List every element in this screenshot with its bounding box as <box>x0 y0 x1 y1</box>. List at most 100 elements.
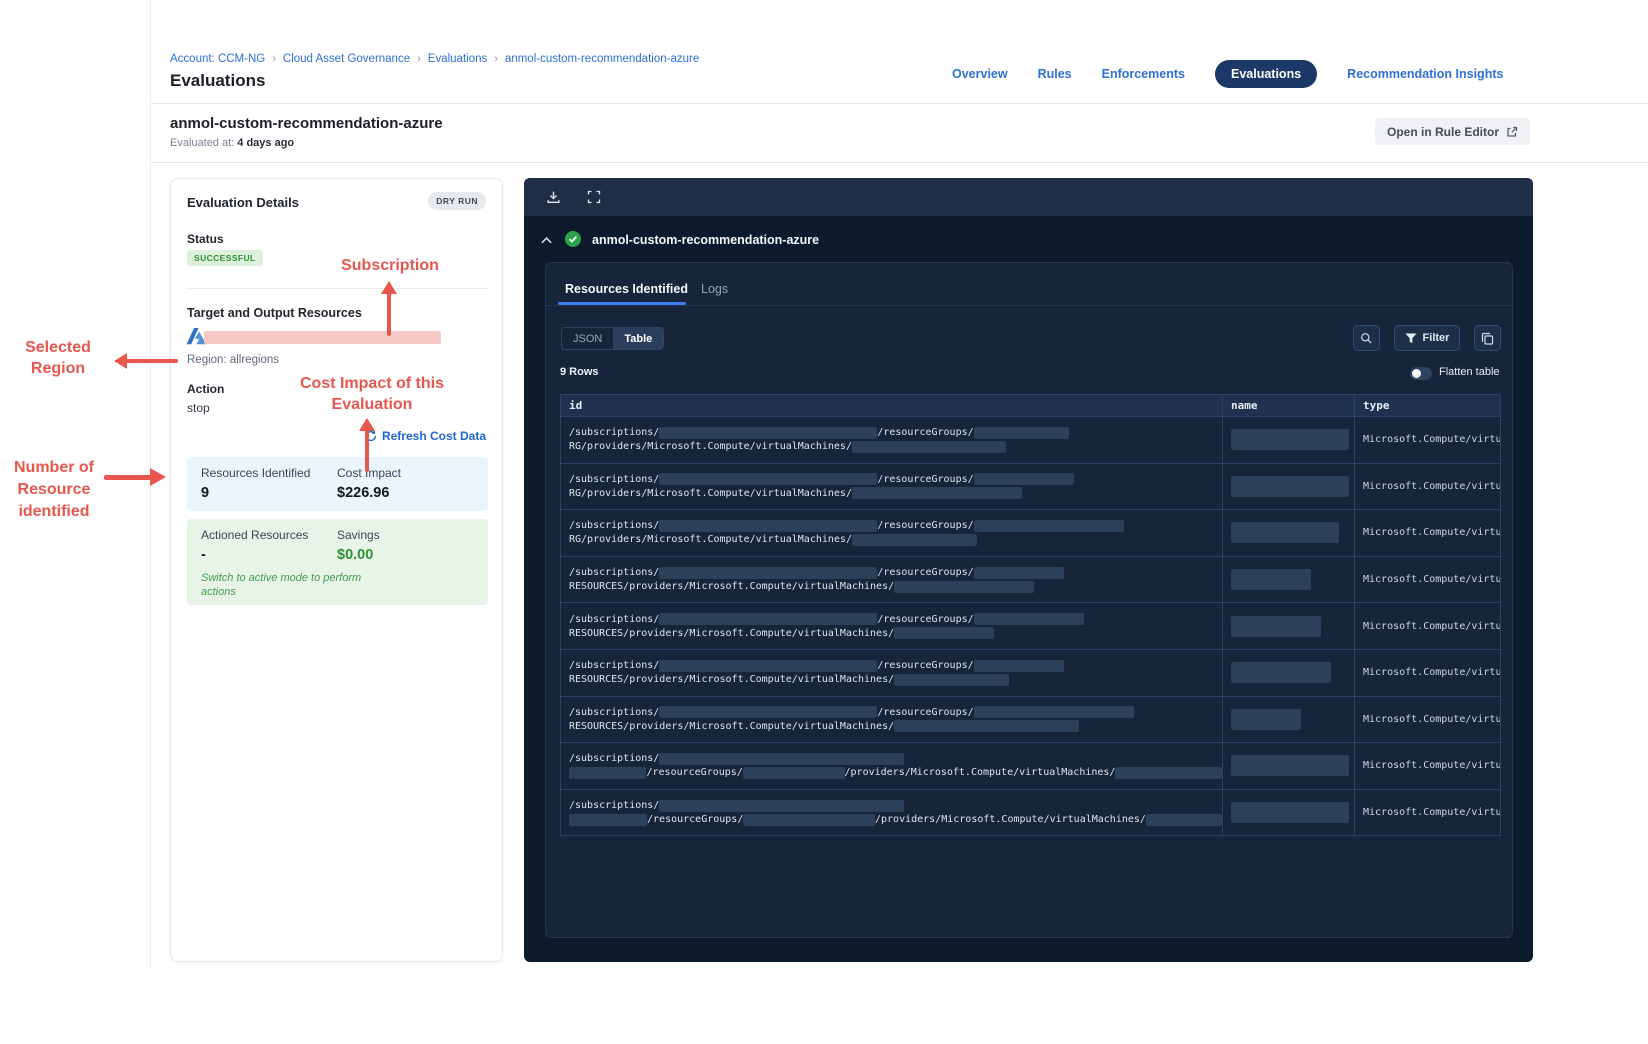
redacted-value <box>973 473 1074 486</box>
name-cell <box>1222 556 1354 603</box>
header-divider <box>150 103 1648 104</box>
rows-count: 9 Rows <box>560 366 599 378</box>
name-cell <box>1222 696 1354 743</box>
resource-path-text: /providers/Microsoft.Compute/virtualMach… <box>844 767 1116 779</box>
id-cell: /subscriptions/ /resourceGroups/RESOURCES… <box>561 557 1222 603</box>
tab-resources-identified[interactable]: Resources Identified <box>565 282 688 296</box>
resource-path-text: /subscriptions/ <box>569 706 660 718</box>
redacted-value <box>659 613 878 626</box>
redacted-value <box>851 440 1006 453</box>
redacted-value <box>659 566 878 579</box>
evaluated-at: Evaluated at: 4 days ago <box>170 137 294 149</box>
panel-toolbar <box>524 178 1533 216</box>
annotation-selected-region: Selected Region <box>25 339 91 377</box>
collapse-chevron-icon[interactable] <box>540 235 553 245</box>
table-row[interactable]: /subscriptions/ /resourceGroups/RG/provid… <box>561 416 1500 463</box>
active-mode-note: Switch to active mode to perform actions <box>201 572 362 598</box>
evaluated-at-value: 4 days ago <box>237 137 295 149</box>
redacted-value <box>659 426 878 439</box>
filter-funnel-icon <box>1405 333 1417 344</box>
redacted-value <box>569 766 647 779</box>
resource-path-text: RESOURCES/providers/Microsoft.Compute/vi… <box>569 720 895 732</box>
results-table-body: /subscriptions/ /resourceGroups/RG/provid… <box>561 416 1500 836</box>
results-table: id name type /subscriptions/ /resourceGro… <box>560 394 1501 837</box>
redacted-value <box>973 613 1084 626</box>
table-row[interactable]: /subscriptions/ /resourceGroups/RG/provid… <box>561 509 1500 556</box>
table-row[interactable]: /subscriptions/ /resourceGroups/RESOURCES… <box>561 555 1500 603</box>
table-row[interactable]: /subscriptions/ /resourceGroups/RESOURCES… <box>561 602 1500 649</box>
card-divider <box>187 288 488 289</box>
table-row[interactable]: /subscriptions/ /resourceGroups/ /provider… <box>561 742 1500 789</box>
flatten-table-toggle[interactable] <box>1410 367 1432 380</box>
action-value: stop <box>187 401 210 415</box>
id-cell: /subscriptions/ /resourceGroups/ /provider… <box>561 790 1222 836</box>
redacted-value <box>973 519 1124 532</box>
savings-value: $0.00 <box>337 547 374 563</box>
breadcrumb-current[interactable]: anmol-custom-recommendation-azure <box>505 53 699 65</box>
redacted-value <box>973 566 1064 579</box>
refresh-cost-data-link[interactable]: Refresh Cost Data <box>365 429 486 443</box>
breadcrumb-evaluations[interactable]: Evaluations <box>428 53 487 65</box>
details-heading: Evaluation Details <box>187 195 299 210</box>
nav-recommendation-insights[interactable]: Recommendation Insights <box>1347 67 1503 81</box>
success-check-icon <box>565 231 581 247</box>
annotation-arrow-shaft <box>125 359 178 363</box>
region-text: Region: allregions <box>187 354 280 366</box>
redacted-value <box>569 813 648 826</box>
filter-button[interactable]: Filter <box>1394 325 1460 351</box>
results-panel: anmol-custom-recommendation-azure Resour… <box>524 178 1533 962</box>
resource-path-text: RG/providers/Microsoft.Compute/virtualMa… <box>569 534 852 546</box>
search-button[interactable] <box>1353 325 1380 351</box>
table-row[interactable]: /subscriptions/ /resourceGroups/ /provider… <box>561 788 1500 836</box>
fullscreen-icon[interactable] <box>587 190 601 204</box>
actioned-resources-label: Actioned Resources <box>201 528 309 542</box>
resources-identified-label: Resources Identified <box>201 466 311 480</box>
status-badge: SUCCESSFUL <box>187 250 263 266</box>
redacted-value <box>851 533 977 546</box>
redacted-value <box>973 706 1134 719</box>
table-row[interactable]: /subscriptions/ /resourceGroups/RESOURCES… <box>561 648 1500 696</box>
table-row[interactable]: /subscriptions/ /resourceGroups/RESOURCES… <box>561 695 1500 743</box>
copy-icon <box>1481 332 1494 345</box>
column-header-name: name <box>1222 395 1354 416</box>
resource-path-text: /providers/Microsoft.Compute/virtualMach… <box>875 814 1146 826</box>
column-header-type: type <box>1354 395 1500 416</box>
tabs-divider <box>546 305 1512 306</box>
nav-evaluations[interactable]: Evaluations <box>1215 60 1318 88</box>
resource-path-text: /resourceGroups/ <box>877 567 974 579</box>
redacted-value <box>1231 708 1301 730</box>
redacted-value <box>1231 569 1311 591</box>
external-link-icon <box>1506 126 1518 138</box>
subheader-divider <box>150 162 1648 163</box>
redacted-value <box>1231 429 1349 451</box>
table-row[interactable]: /subscriptions/ /resourceGroups/RG/provid… <box>561 462 1500 510</box>
redacted-value <box>659 473 878 486</box>
redacted-value <box>659 799 905 812</box>
resource-path-text: RESOURCES/providers/Microsoft.Compute/vi… <box>569 627 895 639</box>
type-cell: Microsoft.Compute/virtu <box>1354 510 1500 556</box>
nav-rules[interactable]: Rules <box>1038 67 1072 81</box>
redacted-value <box>851 487 1022 500</box>
savings-label: Savings <box>337 528 380 542</box>
name-cell <box>1222 649 1354 696</box>
tab-logs[interactable]: Logs <box>701 282 728 296</box>
download-icon[interactable] <box>546 190 561 205</box>
view-json-option[interactable]: JSON <box>562 328 613 349</box>
resource-path-text: /subscriptions/ <box>569 660 660 672</box>
nav-enforcements[interactable]: Enforcements <box>1102 67 1185 81</box>
view-table-option[interactable]: Table <box>613 328 664 349</box>
open-rule-editor-button[interactable]: Open in Rule Editor <box>1375 118 1531 145</box>
redacted-value <box>1231 662 1331 684</box>
name-cell <box>1222 510 1354 556</box>
name-cell <box>1222 417 1354 463</box>
annotation-arrow-shaft <box>365 429 369 472</box>
resource-path-text: /resourceGroups/ <box>877 613 974 625</box>
type-cell: Microsoft.Compute/virtu <box>1354 696 1500 743</box>
id-cell: /subscriptions/ /resourceGroups/RESOURCES… <box>561 650 1222 696</box>
nav-overview[interactable]: Overview <box>952 67 1008 81</box>
evaluation-name: anmol-custom-recommendation-azure <box>170 115 443 132</box>
action-label: Action <box>187 382 225 396</box>
breadcrumb-governance[interactable]: Cloud Asset Governance <box>283 53 410 65</box>
copy-button[interactable] <box>1474 325 1501 351</box>
breadcrumb-account[interactable]: Account: CCM-NG <box>170 53 265 65</box>
